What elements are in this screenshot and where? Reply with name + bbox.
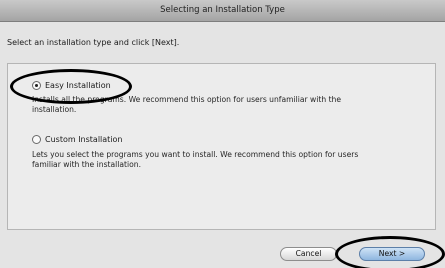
window-title: Selecting an Installation Type xyxy=(0,0,445,22)
custom-installation-description: Lets you select the programs you want to… xyxy=(32,150,358,170)
custom-installation-description-line-1: Lets you select the programs you want to… xyxy=(32,150,359,159)
easy-installation-highlight-circle xyxy=(10,69,132,104)
custom-installation-option[interactable]: Custom Installation xyxy=(32,135,123,144)
custom-installation-label: Custom Installation xyxy=(45,135,123,144)
cancel-button[interactable]: Cancel xyxy=(280,247,337,261)
custom-installation-radio[interactable] xyxy=(32,135,41,144)
next-button-highlight-circle xyxy=(335,236,445,268)
installer-window: Selecting an Installation Type Select an… xyxy=(0,0,445,268)
easy-installation-description-line-2: installation. xyxy=(32,105,77,114)
instruction-text: Select an installation type and click [N… xyxy=(7,38,180,47)
custom-installation-description-line-2: familiar with the installation. xyxy=(32,160,141,169)
